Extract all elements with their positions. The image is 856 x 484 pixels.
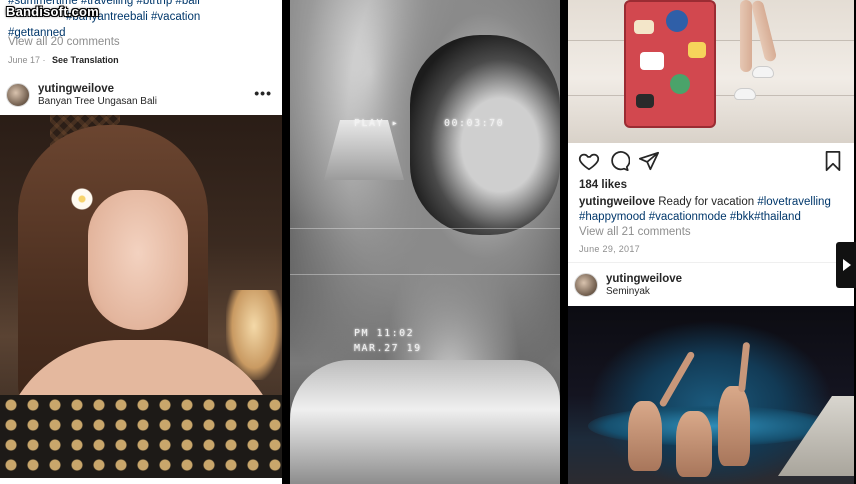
view-all-comments-link[interactable]: View all 20 comments: [8, 36, 120, 48]
view-all-comments-link[interactable]: View all 21 comments: [579, 226, 691, 238]
post-date: June 17: [8, 55, 41, 65]
sticker: [636, 94, 654, 108]
post-action-bar: [578, 150, 844, 174]
post-photo-pool[interactable]: [568, 306, 854, 484]
video-story-panel[interactable]: PLAY ▸ 00:03:70 PM 11:02 MAR.27 19: [290, 0, 560, 484]
hair-flower: [70, 187, 94, 211]
post-meta: June 17 · See Translation: [8, 55, 119, 65]
post-photo-suitcase[interactable]: [568, 0, 854, 143]
blanket-shape: [290, 360, 560, 484]
scanline: [290, 274, 560, 275]
post-header-text: yutingweilove Seminyak: [606, 273, 682, 297]
see-translation-link[interactable]: See Translation: [52, 55, 119, 65]
caption-hashtags[interactable]: #happymood #vacationmode #bkk#thailand: [579, 211, 801, 223]
leg-shape: [740, 0, 752, 72]
post-caption: yutingweilove Ready for vacation #lovetr…: [579, 195, 841, 225]
person-shape: [628, 401, 662, 471]
meta-separator: ·: [42, 55, 49, 65]
likes-count[interactable]: 184 likes: [579, 179, 627, 191]
scanline: [290, 228, 560, 229]
person-shape: [718, 386, 750, 466]
chevron-right-icon: [842, 259, 851, 271]
post-header: yutingweilove Seminyak ••: [568, 268, 854, 302]
vhs-play-label: PLAY ▸: [354, 118, 400, 129]
right-post-panel: 184 likes yutingweilove Ready for vacati…: [568, 0, 854, 484]
sneaker-shape: [734, 88, 756, 100]
left-post-panel: #summertime #travelling #btrtrip #bali #…: [0, 0, 282, 484]
post-header: yutingweilove Banyan Tree Ungasan Bali •…: [0, 78, 282, 112]
dress-shape: [0, 395, 282, 484]
post-header-text: yutingweilove Banyan Tree Ungasan Bali: [38, 83, 157, 107]
face-shape: [88, 190, 188, 330]
sneaker-shape: [752, 66, 774, 78]
vhs-timer: 00:03:70: [444, 118, 505, 129]
sticker: [670, 74, 690, 94]
vhs-date: MAR.27 19: [354, 343, 422, 354]
caption-text: Ready for vacation: [655, 196, 758, 208]
sticker: [666, 10, 688, 32]
next-button[interactable]: [836, 242, 856, 288]
arm-shape: [658, 350, 696, 408]
bookmark-icon[interactable]: [822, 150, 844, 172]
post-username[interactable]: yutingweilove: [606, 273, 682, 285]
comment-icon[interactable]: [608, 150, 630, 172]
post-date[interactable]: June 29, 2017: [579, 244, 640, 254]
arm-shape: [738, 341, 751, 393]
caption-username[interactable]: yutingweilove: [579, 196, 655, 208]
more-options-button[interactable]: •••: [254, 86, 272, 100]
sticker: [688, 42, 706, 58]
post-divider: [568, 262, 854, 263]
person-shape: [676, 411, 712, 477]
sticker: [634, 20, 654, 34]
vhs-clock: PM 11:02: [354, 328, 415, 339]
avatar[interactable]: [6, 83, 30, 107]
heart-icon[interactable]: [578, 150, 600, 172]
post-location[interactable]: Seminyak: [606, 286, 682, 297]
post-photo-selfie[interactable]: [0, 115, 282, 484]
caption-hashtag[interactable]: #lovetravelling: [757, 196, 831, 208]
suitcase-shape: [624, 0, 716, 128]
lampshade-shape: [324, 120, 404, 180]
avatar[interactable]: [574, 273, 598, 297]
share-icon[interactable]: [638, 150, 660, 172]
video-frame: [290, 0, 560, 484]
watermark-logo: Bandisoft.com: [6, 4, 99, 19]
head-shape: [410, 35, 560, 235]
post-username[interactable]: yutingweilove: [38, 83, 157, 95]
next-action-bar-edge: [0, 478, 282, 484]
sticker: [640, 52, 664, 70]
leg-shape: [750, 0, 778, 63]
post-location[interactable]: Banyan Tree Ungasan Bali: [38, 96, 157, 107]
